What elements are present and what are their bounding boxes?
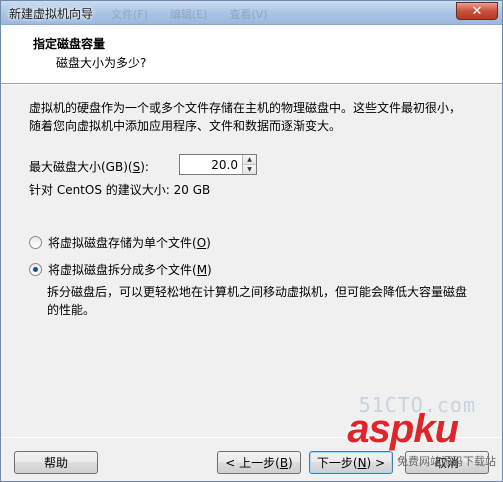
background-menu-ghost: 文件(F) 编辑(E) 查看(V) [111,6,268,22]
radio-multiple-files-label: 将虚拟磁盘拆分成多个文件(M) [48,263,212,277]
radio-single-file[interactable]: 将虚拟磁盘存储为单个文件(O) [29,234,211,251]
radio-multiple-files[interactable]: 将虚拟磁盘拆分成多个文件(M) [29,261,212,278]
max-size-input[interactable] [180,155,242,174]
close-icon: ✕ [471,3,483,19]
watermark-51cto: 51CTO.com [358,393,476,417]
back-button-label: < 上一步(B) [225,456,293,470]
header-divider [1,84,502,85]
stepper-arrows: ▲ ▼ [242,155,256,174]
title-bar[interactable]: 新建虚拟机向导 文件(F) 编辑(E) 查看(V) ✕ [1,1,502,25]
radio-single-file-label: 将虚拟磁盘存储为单个文件(O) [48,236,211,250]
wizard-header: 指定磁盘容量 磁盘大小为多少? [1,25,502,84]
ghost-menu-item: 查看(V) [229,8,268,21]
close-button[interactable]: ✕ [456,2,498,20]
watermark-brand: aspku [347,407,459,451]
disk-description: 虚拟机的硬盘作为一个或多个文件存储在主机的物理磁盘中。这些文件最初很小，随着您向… [29,101,462,133]
split-description: 拆分磁盘后，可以更轻松地在计算机之间移动虚拟机，但可能会降低大容量磁盘的性能。 [47,285,468,317]
recommended-size: 针对 CentOS 的建议大小: 20 GB [29,183,211,197]
max-size-label: 最大磁盘大小(GB)(S): [29,159,149,174]
page-title: 指定磁盘容量 [33,37,106,51]
cancel-button-label: 取消 [434,456,459,470]
footer-divider [1,437,502,438]
radio-button-checked[interactable] [29,263,42,276]
stepper-up-icon[interactable]: ▲ [243,155,256,164]
wizard-window: 新建虚拟机向导 文件(F) 编辑(E) 查看(V) ✕ 指定磁盘容量 磁盘大小为… [0,0,503,482]
help-button-label: 帮助 [43,456,68,470]
max-size-row: 最大磁盘大小(GB)(S): [29,156,149,176]
ghost-menu-item: 文件(F) [111,8,148,21]
next-button[interactable]: 下一步(N) > [309,451,393,474]
help-button[interactable]: 帮助 [14,451,98,474]
page-subtitle: 磁盘大小为多少? [56,56,147,70]
window-title: 新建虚拟机向导 [9,7,94,21]
cancel-button[interactable]: 取消 [405,451,489,474]
back-button[interactable]: < 上一步(B) [217,451,301,474]
max-size-stepper[interactable]: ▲ ▼ [179,154,257,175]
radio-button[interactable] [29,236,42,249]
next-button-label: 下一步(N) > [316,456,386,470]
stepper-down-icon[interactable]: ▼ [243,164,256,174]
ghost-menu-item: 编辑(E) [169,8,208,21]
